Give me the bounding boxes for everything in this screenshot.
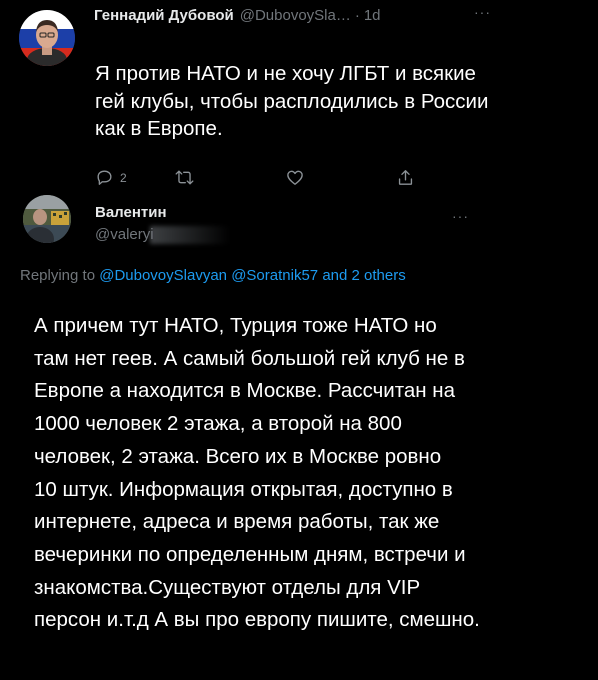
share-icon — [398, 170, 413, 185]
author-avatar[interactable] — [19, 10, 75, 66]
more-icon[interactable]: ··· — [452, 208, 469, 224]
reply-text-line: 10 штук. Информация открытая, доступно в — [34, 477, 453, 501]
reply-count: 2 — [120, 170, 127, 185]
reply-text-line: Европе а находится в Москве. Рассчитан н… — [34, 379, 456, 403]
replying-to-label: Replying to — [20, 267, 96, 284]
reply-author-handle[interactable]: @valeryi — [95, 226, 154, 243]
reply-button[interactable]: 2 — [95, 168, 127, 187]
tweet-text-line: как в Европе. — [95, 117, 223, 140]
reply-text-line: персон и.т.д А вы про европу пишите, сме… — [34, 608, 480, 632]
time-separator: · — [354, 6, 360, 24]
reply-text-line: вечеринки по определенным дням, встречи … — [34, 542, 466, 566]
retweet-button[interactable] — [174, 168, 195, 187]
avatar-image — [23, 195, 71, 243]
handle-blur — [150, 226, 230, 244]
reply-icon — [97, 170, 112, 185]
replying-and-text: and — [322, 267, 348, 284]
reply-text-line: знакомства.Существуют отделы для VIP — [34, 575, 421, 599]
reply-text: А причем тут НАТО, Турция тоже НАТО но т… — [34, 310, 480, 637]
tweet-text-line: гей клубы, чтобы расплодились в России — [95, 89, 489, 113]
replying-to: Replying to @DubovoySlavyan @Soratnik57 … — [20, 267, 406, 284]
reply-author-avatar[interactable] — [23, 195, 71, 243]
tweet-text-line: Я против НАТО и не хочу ЛГБТ и всякие — [95, 62, 476, 85]
like-button[interactable] — [285, 168, 305, 187]
author-name[interactable]: Геннадий Дубовой — [94, 7, 234, 24]
replying-handle-link[interactable]: @DubovoySlavyan — [99, 267, 227, 284]
tweet-time[interactable]: 1d — [364, 7, 381, 24]
reply-text-line: там нет геев. А самый большой гей клуб н… — [34, 346, 465, 370]
reply-tweet[interactable]: Валентин @valeryi ··· Replying to @Dubov… — [0, 190, 598, 680]
reply-text-line: интернете, адреса и время работы, так же — [34, 510, 440, 534]
tweet-actions: 2 — [95, 168, 435, 190]
avatar-image — [19, 10, 75, 66]
original-tweet[interactable]: Геннадий Дубовой @DubovoySla… · 1d ··· Я… — [0, 0, 598, 185]
reply-text-line: человек, 2 этажа. Всего их в Москве ровн… — [34, 444, 442, 468]
tweet-text: Я против НАТО и не хочу ЛГБТ и всякие ге… — [95, 60, 488, 143]
more-icon[interactable]: ··· — [474, 4, 491, 20]
replying-others-link[interactable]: 2 others — [352, 267, 406, 284]
retweet-icon — [175, 170, 194, 185]
reply-author-name[interactable]: Валентин — [95, 204, 167, 221]
heart-icon — [287, 170, 303, 185]
author-handle[interactable]: @DubovoySla… — [240, 7, 351, 24]
replying-handle-link[interactable]: @Soratnik57 — [231, 267, 318, 284]
share-button[interactable] — [396, 168, 415, 187]
reply-text-line: А причем тут НАТО, Турция тоже НАТО но — [34, 314, 437, 337]
tweet-header: Геннадий Дубовой @DubovoySla… · 1d — [94, 5, 381, 25]
reply-text-line: 1000 человек 2 этажа, а второй на 800 — [34, 412, 402, 436]
